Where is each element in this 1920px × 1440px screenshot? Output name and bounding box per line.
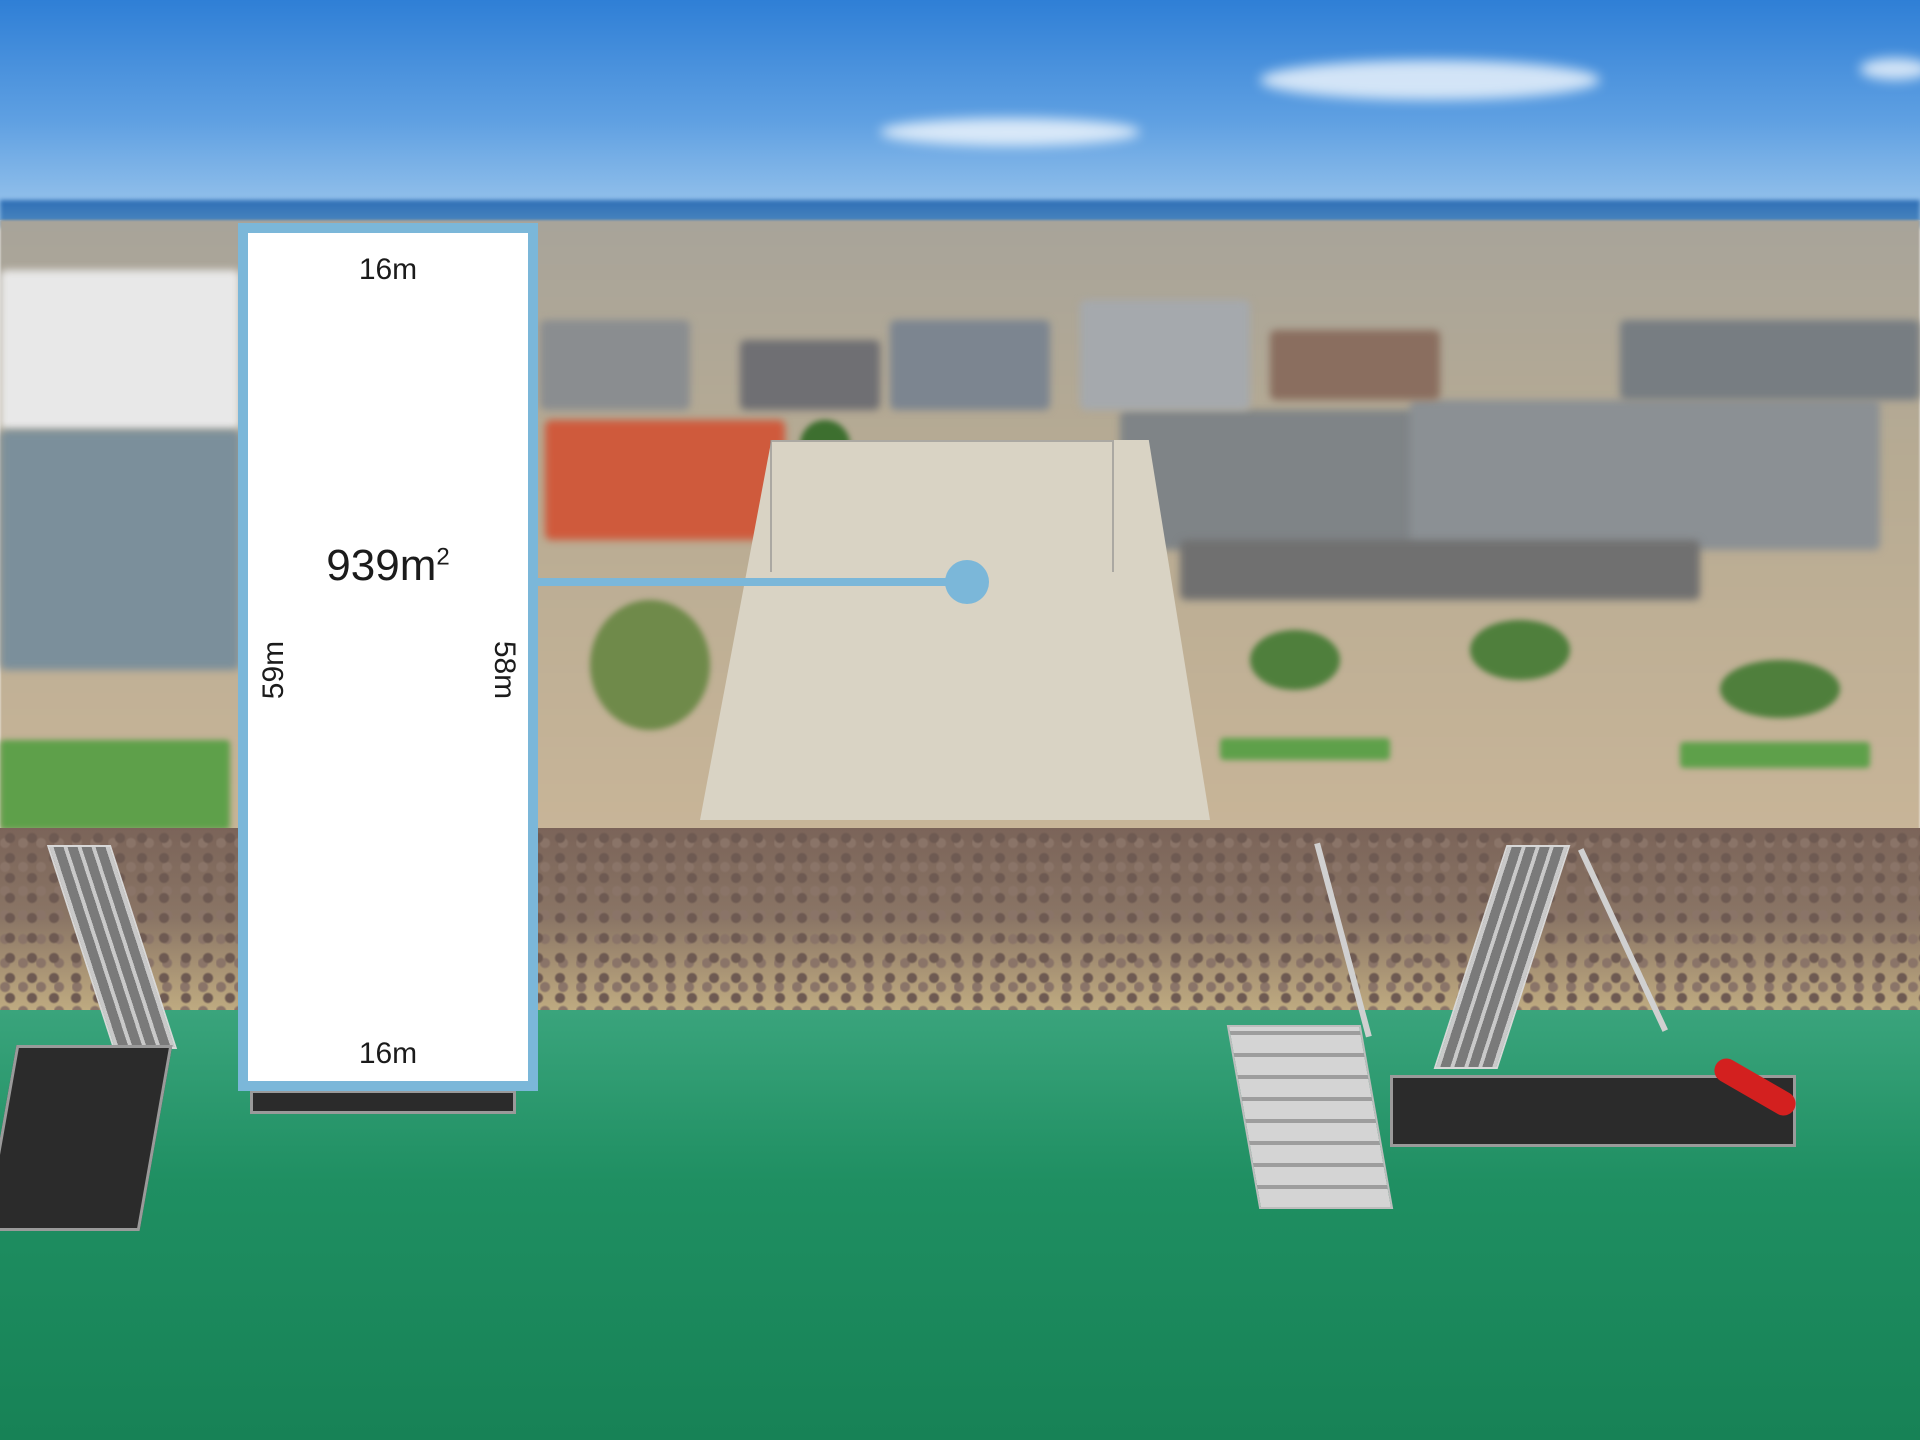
lot-boundary-panel: 16m 939m2 59m 58m 16m bbox=[238, 223, 538, 1091]
shrub bbox=[1720, 660, 1840, 718]
left-length-label: 59m bbox=[257, 640, 290, 700]
house-roof bbox=[1620, 320, 1920, 400]
cloud bbox=[1860, 58, 1920, 80]
top-width-label: 16m bbox=[358, 253, 418, 286]
pointer-dot bbox=[945, 560, 989, 604]
house-wall bbox=[1180, 540, 1700, 600]
lawn bbox=[1220, 738, 1390, 760]
house-roof bbox=[1410, 400, 1880, 550]
shrub bbox=[590, 600, 710, 730]
shrub bbox=[1470, 620, 1570, 680]
house-roof bbox=[540, 320, 690, 410]
house-roof bbox=[740, 340, 880, 410]
house-roof bbox=[1080, 300, 1250, 410]
lot-fence bbox=[770, 440, 1114, 572]
lawn bbox=[0, 740, 230, 830]
lawn bbox=[1680, 742, 1870, 768]
house-roof bbox=[545, 420, 785, 540]
cloud bbox=[1260, 60, 1600, 100]
area-value: 939m bbox=[326, 541, 437, 590]
house-wall bbox=[0, 430, 240, 670]
shrub bbox=[1250, 630, 1340, 690]
sky bbox=[0, 0, 1920, 220]
right-length-label: 58m bbox=[488, 640, 521, 700]
cloud bbox=[880, 118, 1140, 146]
house-roof bbox=[1270, 330, 1440, 400]
pointer-line bbox=[538, 578, 966, 586]
house-roof bbox=[0, 270, 240, 430]
area-unit-superscript: 2 bbox=[436, 543, 450, 571]
jetty-pontoon bbox=[250, 1090, 516, 1114]
house-roof bbox=[890, 320, 1050, 410]
area-label: 939m2 bbox=[248, 541, 528, 591]
bottom-width-label: 16m bbox=[358, 1037, 418, 1070]
